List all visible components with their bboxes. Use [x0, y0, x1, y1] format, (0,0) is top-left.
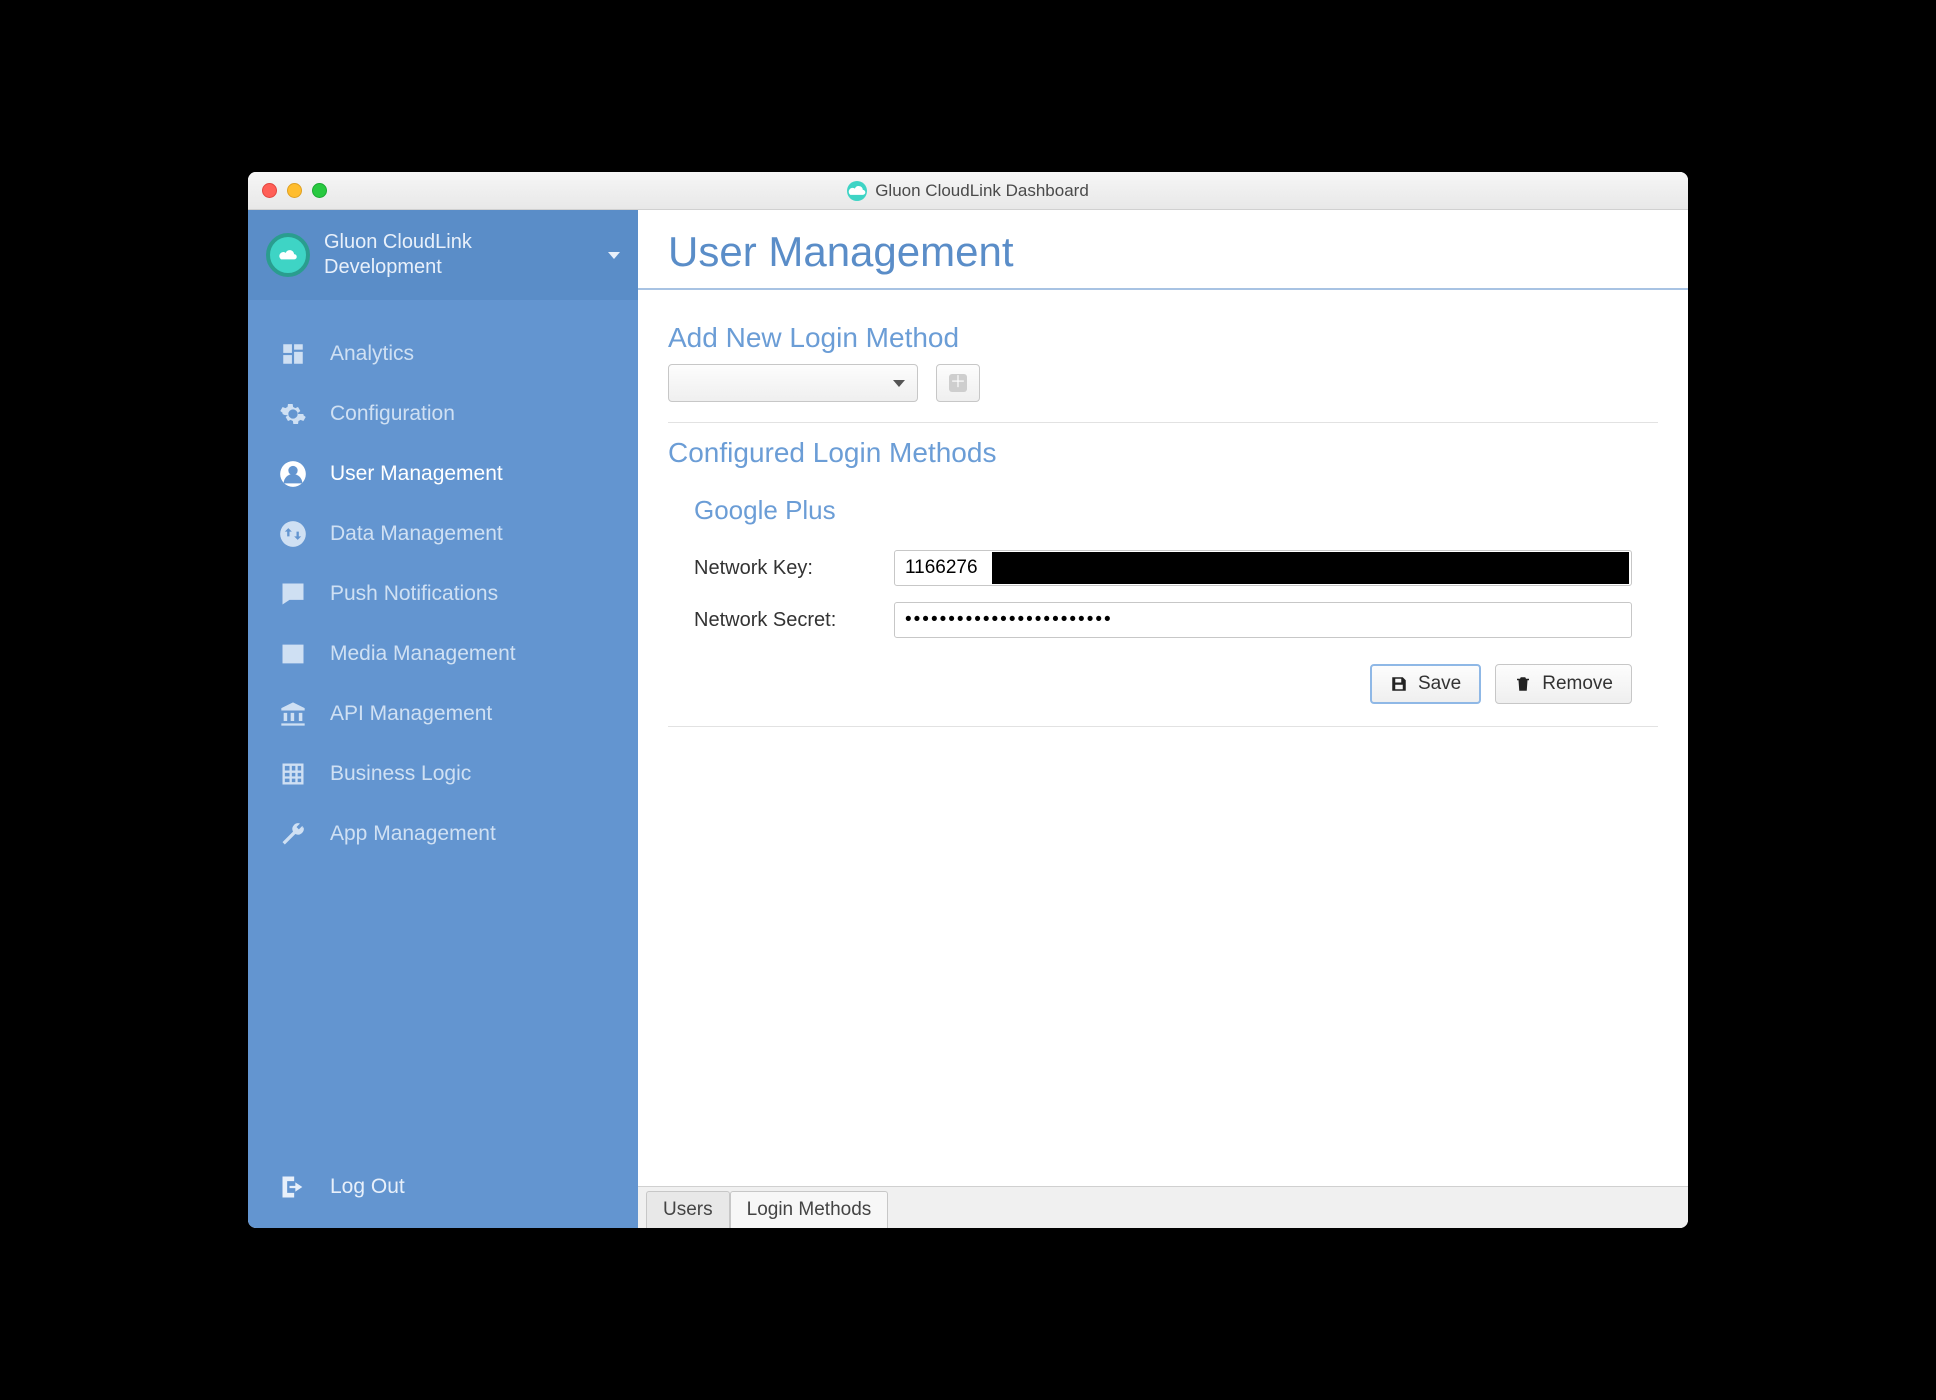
title-bar[interactable]: Gluon CloudLink Dashboard: [248, 172, 1688, 210]
network-key-row: Network Key:: [668, 542, 1658, 594]
image-icon: [278, 639, 308, 669]
network-secret-row: Network Secret:: [668, 594, 1658, 646]
app-body: Gluon CloudLink Development Analytics Co: [248, 210, 1688, 1228]
chevron-down-icon: [608, 252, 620, 259]
redacted-overlay: [992, 552, 1629, 584]
network-secret-label: Network Secret:: [694, 609, 884, 632]
dashboard-icon: [278, 339, 308, 369]
application-window: Gluon CloudLink Dashboard Gluon CloudLin…: [248, 172, 1688, 1228]
tab-users[interactable]: Users: [646, 1191, 730, 1228]
login-method-dropdown[interactable]: [668, 364, 918, 402]
remove-label: Remove: [1542, 673, 1613, 695]
page-title: User Management: [668, 228, 1658, 276]
sidebar-item-label: User Management: [330, 462, 503, 486]
sidebar-item-label: Data Management: [330, 522, 503, 546]
page-header: User Management: [638, 210, 1688, 290]
configured-section-title: Configured Login Methods: [668, 437, 1658, 469]
sidebar-item-label: Analytics: [330, 342, 414, 366]
nav: Analytics Configuration User Management: [248, 300, 638, 1150]
sidebar-item-data-management[interactable]: Data Management: [248, 504, 638, 564]
plus-icon: ＋: [949, 374, 967, 392]
maximize-window-button[interactable]: [312, 183, 327, 198]
workspace-switcher[interactable]: Gluon CloudLink Development: [248, 210, 638, 300]
window-title-text: Gluon CloudLink Dashboard: [875, 181, 1089, 201]
method-actions: Save Remove: [668, 646, 1658, 704]
grid-icon: [278, 759, 308, 789]
sidebar-item-label: Media Management: [330, 642, 516, 666]
sidebar-item-label: API Management: [330, 702, 492, 726]
sidebar-item-push-notifications[interactable]: Push Notifications: [248, 564, 638, 624]
sidebar-item-label: Configuration: [330, 402, 455, 426]
brand-logo: [266, 233, 310, 277]
trash-icon: [1514, 675, 1532, 693]
network-key-label: Network Key:: [694, 557, 884, 580]
sidebar-item-app-management[interactable]: App Management: [248, 804, 638, 864]
sidebar-item-api-management[interactable]: API Management: [248, 684, 638, 744]
bank-icon: [278, 699, 308, 729]
sidebar-item-analytics[interactable]: Analytics: [248, 324, 638, 384]
logout-label: Log Out: [330, 1175, 405, 1199]
logout-icon: [278, 1172, 308, 1202]
network-secret-input-wrap: [894, 602, 1632, 638]
window-controls: [262, 183, 327, 198]
save-button[interactable]: Save: [1370, 664, 1481, 704]
cloud-icon: [847, 181, 867, 201]
sidebar-item-label: Business Logic: [330, 762, 471, 786]
add-login-method-button[interactable]: ＋: [936, 364, 980, 402]
network-key-input-wrap: [894, 550, 1632, 586]
main-panel: User Management Add New Login Method ＋ C…: [638, 210, 1688, 1228]
close-window-button[interactable]: [262, 183, 277, 198]
chevron-down-icon: [893, 380, 905, 387]
remove-button[interactable]: Remove: [1495, 664, 1632, 704]
swap-icon: [278, 519, 308, 549]
add-login-method-row: ＋: [668, 364, 1658, 423]
sidebar-item-label: Push Notifications: [330, 582, 498, 606]
sidebar: Gluon CloudLink Development Analytics Co: [248, 210, 638, 1228]
sidebar-item-media-management[interactable]: Media Management: [248, 624, 638, 684]
minimize-window-button[interactable]: [287, 183, 302, 198]
workspace-name: Gluon CloudLink Development: [324, 230, 594, 280]
login-method-block: Google Plus Network Key: Network Secret:: [668, 479, 1658, 727]
content: Add New Login Method ＋ Configured Login …: [638, 290, 1688, 1186]
save-icon: [1390, 675, 1408, 693]
sidebar-item-configuration[interactable]: Configuration: [248, 384, 638, 444]
bottom-tabs: Users Login Methods: [638, 1186, 1688, 1228]
sidebar-item-user-management[interactable]: User Management: [248, 444, 638, 504]
tab-label: Login Methods: [747, 1199, 872, 1221]
sidebar-item-label: App Management: [330, 822, 496, 846]
login-method-name: Google Plus: [694, 495, 1658, 526]
wrench-icon: [278, 819, 308, 849]
user-icon: [278, 459, 308, 489]
save-label: Save: [1418, 673, 1461, 695]
logout-button[interactable]: Log Out: [248, 1150, 638, 1228]
tab-label: Users: [663, 1199, 713, 1221]
chat-icon: [278, 579, 308, 609]
window-title: Gluon CloudLink Dashboard: [248, 181, 1688, 201]
network-secret-input[interactable]: [894, 602, 1632, 638]
gear-icon: [278, 399, 308, 429]
tab-login-methods[interactable]: Login Methods: [730, 1191, 889, 1228]
add-section-title: Add New Login Method: [668, 322, 1658, 354]
sidebar-item-business-logic[interactable]: Business Logic: [248, 744, 638, 804]
